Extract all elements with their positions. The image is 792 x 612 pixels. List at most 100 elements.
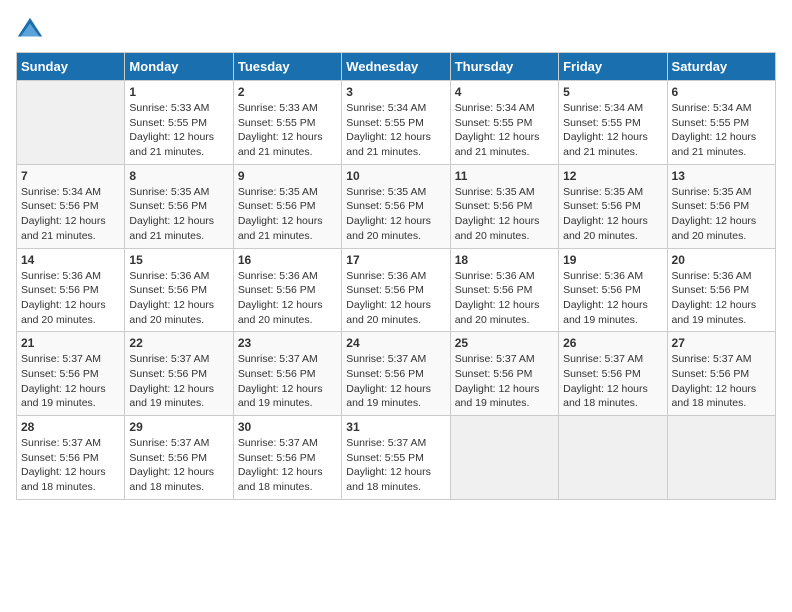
- day-info: Sunrise: 5:37 AM Sunset: 5:56 PM Dayligh…: [238, 436, 337, 495]
- day-info: Sunrise: 5:36 AM Sunset: 5:56 PM Dayligh…: [455, 269, 554, 328]
- day-cell: [17, 81, 125, 165]
- day-number: 20: [672, 253, 771, 267]
- day-info: Sunrise: 5:36 AM Sunset: 5:56 PM Dayligh…: [346, 269, 445, 328]
- day-cell: 27 Sunrise: 5:37 AM Sunset: 5:56 PM Dayli…: [667, 332, 775, 416]
- week-row-4: 21Sunrise: 5:37 AM Sunset: 5:56 PM Dayli…: [17, 332, 776, 416]
- calendar: SundayMondayTuesdayWednesdayThursdayFrid…: [16, 52, 776, 500]
- day-cell: 24 Sunrise: 5:37 AM Sunset: 5:56 PM Dayli…: [342, 332, 450, 416]
- day-cell: 18 Sunrise: 5:36 AM Sunset: 5:56 PM Dayli…: [450, 248, 558, 332]
- day-info: Sunrise: 5:37 AM Sunset: 5:55 PM Dayligh…: [346, 436, 445, 495]
- day-number: 2: [238, 85, 337, 99]
- week-row-2: 7Sunrise: 5:34 AM Sunset: 5:56 PM Daylig…: [17, 164, 776, 248]
- day-number: 16: [238, 253, 337, 267]
- column-header-saturday: Saturday: [667, 53, 775, 81]
- day-cell: [450, 416, 558, 500]
- day-info: Sunrise: 5:35 AM Sunset: 5:56 PM Dayligh…: [672, 185, 771, 244]
- day-number: 31: [346, 420, 445, 434]
- day-number: 11: [455, 169, 554, 183]
- day-number: 4: [455, 85, 554, 99]
- column-header-tuesday: Tuesday: [233, 53, 341, 81]
- day-number: 9: [238, 169, 337, 183]
- day-cell: 29 Sunrise: 5:37 AM Sunset: 5:56 PM Dayli…: [125, 416, 233, 500]
- day-number: 14: [21, 253, 120, 267]
- day-cell: 30 Sunrise: 5:37 AM Sunset: 5:56 PM Dayli…: [233, 416, 341, 500]
- day-info: Sunrise: 5:37 AM Sunset: 5:56 PM Dayligh…: [129, 436, 228, 495]
- day-info: Sunrise: 5:37 AM Sunset: 5:56 PM Dayligh…: [21, 436, 120, 495]
- column-header-thursday: Thursday: [450, 53, 558, 81]
- day-info: Sunrise: 5:37 AM Sunset: 5:56 PM Dayligh…: [346, 352, 445, 411]
- day-info: Sunrise: 5:36 AM Sunset: 5:56 PM Dayligh…: [672, 269, 771, 328]
- day-info: Sunrise: 5:37 AM Sunset: 5:56 PM Dayligh…: [21, 352, 120, 411]
- day-cell: [559, 416, 667, 500]
- day-info: Sunrise: 5:34 AM Sunset: 5:55 PM Dayligh…: [346, 101, 445, 160]
- day-cell: 12Sunrise: 5:35 AM Sunset: 5:56 PM Dayli…: [559, 164, 667, 248]
- day-cell: 26 Sunrise: 5:37 AM Sunset: 5:56 PM Dayli…: [559, 332, 667, 416]
- day-number: 29: [129, 420, 228, 434]
- day-number: 6: [672, 85, 771, 99]
- day-cell: 5 Sunrise: 5:34 AM Sunset: 5:55 PM Daylig…: [559, 81, 667, 165]
- day-cell: 7Sunrise: 5:34 AM Sunset: 5:56 PM Daylig…: [17, 164, 125, 248]
- day-cell: 6 Sunrise: 5:34 AM Sunset: 5:55 PM Daylig…: [667, 81, 775, 165]
- day-number: 19: [563, 253, 662, 267]
- day-cell: 20 Sunrise: 5:36 AM Sunset: 5:56 PM Dayli…: [667, 248, 775, 332]
- day-info: Sunrise: 5:36 AM Sunset: 5:56 PM Dayligh…: [563, 269, 662, 328]
- logo: [16, 16, 48, 44]
- day-cell: 8Sunrise: 5:35 AM Sunset: 5:56 PM Daylig…: [125, 164, 233, 248]
- day-number: 24: [346, 336, 445, 350]
- day-info: Sunrise: 5:33 AM Sunset: 5:55 PM Dayligh…: [129, 101, 228, 160]
- day-number: 10: [346, 169, 445, 183]
- day-info: Sunrise: 5:37 AM Sunset: 5:56 PM Dayligh…: [563, 352, 662, 411]
- day-info: Sunrise: 5:34 AM Sunset: 5:55 PM Dayligh…: [672, 101, 771, 160]
- day-cell: 11 Sunrise: 5:35 AM Sunset: 5:56 PM Dayli…: [450, 164, 558, 248]
- day-number: 5: [563, 85, 662, 99]
- day-number: 22: [129, 336, 228, 350]
- day-number: 13: [672, 169, 771, 183]
- day-info: Sunrise: 5:34 AM Sunset: 5:55 PM Dayligh…: [563, 101, 662, 160]
- day-cell: 10 Sunrise: 5:35 AM Sunset: 5:56 PM Dayli…: [342, 164, 450, 248]
- day-info: Sunrise: 5:37 AM Sunset: 5:56 PM Dayligh…: [129, 352, 228, 411]
- day-info: Sunrise: 5:37 AM Sunset: 5:56 PM Dayligh…: [238, 352, 337, 411]
- day-cell: 13 Sunrise: 5:35 AM Sunset: 5:56 PM Dayli…: [667, 164, 775, 248]
- day-cell: 25 Sunrise: 5:37 AM Sunset: 5:56 PM Dayli…: [450, 332, 558, 416]
- day-cell: 1Sunrise: 5:33 AM Sunset: 5:55 PM Daylig…: [125, 81, 233, 165]
- column-header-monday: Monday: [125, 53, 233, 81]
- day-number: 3: [346, 85, 445, 99]
- day-number: 27: [672, 336, 771, 350]
- day-cell: 14Sunrise: 5:36 AM Sunset: 5:56 PM Dayli…: [17, 248, 125, 332]
- day-cell: 16 Sunrise: 5:36 AM Sunset: 5:56 PM Dayli…: [233, 248, 341, 332]
- day-info: Sunrise: 5:37 AM Sunset: 5:56 PM Dayligh…: [672, 352, 771, 411]
- day-info: Sunrise: 5:35 AM Sunset: 5:56 PM Dayligh…: [129, 185, 228, 244]
- day-cell: 23 Sunrise: 5:37 AM Sunset: 5:56 PM Dayli…: [233, 332, 341, 416]
- day-info: Sunrise: 5:36 AM Sunset: 5:56 PM Dayligh…: [129, 269, 228, 328]
- day-cell: [667, 416, 775, 500]
- day-cell: 9 Sunrise: 5:35 AM Sunset: 5:56 PM Daylig…: [233, 164, 341, 248]
- header: [16, 16, 776, 44]
- day-cell: 28 Sunrise: 5:37 AM Sunset: 5:56 PM Dayli…: [17, 416, 125, 500]
- logo-icon: [16, 16, 44, 44]
- day-number: 18: [455, 253, 554, 267]
- day-number: 30: [238, 420, 337, 434]
- day-info: Sunrise: 5:35 AM Sunset: 5:56 PM Dayligh…: [238, 185, 337, 244]
- week-row-3: 14 Sunrise: 5:36 AM Sunset: 5:56 PM Dayli…: [17, 248, 776, 332]
- day-info: Sunrise: 5:33 AM Sunset: 5:55 PM Dayligh…: [238, 101, 337, 160]
- day-cell: 15 Sunrise: 5:36 AM Sunset: 5:56 PM Dayli…: [125, 248, 233, 332]
- column-header-sunday: Sunday: [17, 53, 125, 81]
- day-info: Sunrise: 5:35 AM Sunset: 5:56 PM Dayligh…: [346, 185, 445, 244]
- day-number: 17: [346, 253, 445, 267]
- day-cell: 2 Sunrise: 5:33 AM Sunset: 5:55 PM Daylig…: [233, 81, 341, 165]
- day-number: 25: [455, 336, 554, 350]
- day-number: 12: [563, 169, 662, 183]
- week-row-1: 1Sunrise: 5:33 AM Sunset: 5:55 PM Daylig…: [17, 81, 776, 165]
- day-number: 28: [21, 420, 120, 434]
- week-row-5: 28 Sunrise: 5:37 AM Sunset: 5:56 PM Dayli…: [17, 416, 776, 500]
- day-cell: 22 Sunrise: 5:37 AM Sunset: 5:56 PM Dayli…: [125, 332, 233, 416]
- day-number: 26: [563, 336, 662, 350]
- day-cell: 19 Sunrise: 5:36 AM Sunset: 5:56 PM Dayli…: [559, 248, 667, 332]
- day-info: Sunrise: 5:36 AM Sunset: 5:56 PM Dayligh…: [238, 269, 337, 328]
- column-header-wednesday: Wednesday: [342, 53, 450, 81]
- day-number: 23: [238, 336, 337, 350]
- column-header-friday: Friday: [559, 53, 667, 81]
- day-info: Sunrise: 5:35 AM Sunset: 5:56 PM Dayligh…: [455, 185, 554, 244]
- day-number: 15: [129, 253, 228, 267]
- day-info: Sunrise: 5:37 AM Sunset: 5:56 PM Dayligh…: [455, 352, 554, 411]
